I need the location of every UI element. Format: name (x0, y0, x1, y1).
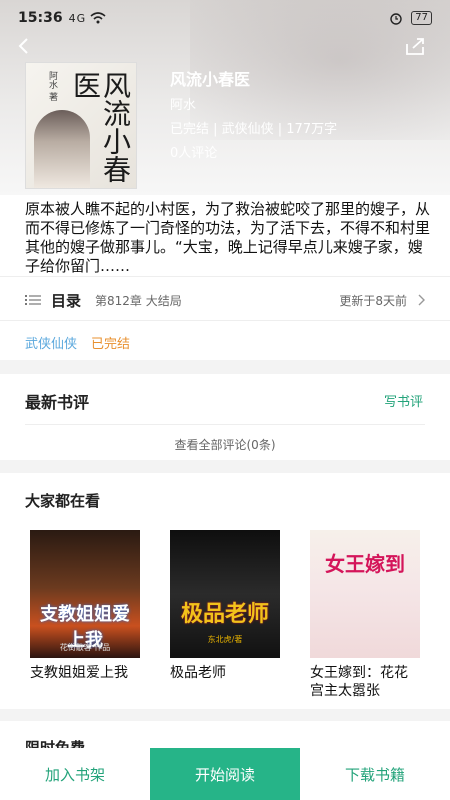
latest-chapter: 第812章 大结局 (95, 293, 182, 308)
cover-figure (34, 110, 90, 188)
update-time: 更新于8天前 (339, 293, 407, 308)
bottom-action-bar: 加入书架 开始阅读 下载书籍 (0, 748, 450, 800)
recommend-book-1[interactable]: 支教姐姐爱上我 花街散客 作品 支教姐姐爱上我 (30, 530, 140, 682)
cover-subtitle: 东北虎/著 (207, 635, 243, 644)
status-bar: 15:36 4G 77 (0, 0, 450, 36)
view-all-reviews-link[interactable]: 查看全部评论(0条) (0, 436, 450, 453)
status-time: 15:36 (18, 10, 63, 26)
tag-list: 武侠仙侠 已完结 (25, 333, 130, 352)
book-description[interactable]: 原本被人瞧不起的小村医，为了救治被蛇咬了那里的嫂子，从而不得已修炼了一门奇怪的功… (25, 200, 435, 276)
cover-title: 风流小春医 (69, 71, 132, 183)
book-author[interactable]: 阿水 (170, 94, 196, 113)
alarm-icon (390, 13, 402, 25)
recommend-book-3[interactable]: 女王嫁到 女王嫁到：花花宫主太嚣张 (310, 530, 420, 700)
battery-icon: 77 (411, 11, 432, 25)
list-icon (25, 295, 41, 305)
download-book-button[interactable]: 下载书籍 (300, 748, 450, 800)
tag-genre[interactable]: 武侠仙侠 (25, 333, 77, 352)
tag-status: 已完结 (91, 337, 131, 352)
divider (0, 276, 450, 277)
signal-icon: 4G (68, 11, 87, 25)
book-cover: 支教姐姐爱上我 花街散客 作品 (30, 530, 140, 658)
add-to-shelf-button[interactable]: 加入书架 (0, 748, 150, 800)
reviews-title: 最新书评 (25, 393, 90, 412)
book-title: 风流小春医 (170, 70, 251, 89)
book-cover: 女王嫁到 (310, 530, 420, 658)
cover-author: 阿水 著 (47, 71, 57, 101)
comment-count: 0人评论 (170, 146, 218, 161)
share-icon[interactable] (404, 36, 426, 56)
back-arrow-icon[interactable] (12, 34, 36, 58)
book-name: 极品老师 (170, 665, 226, 681)
book-name: 女王嫁到：花花宫主太嚣张 (310, 665, 408, 699)
start-reading-button[interactable]: 开始阅读 (150, 748, 300, 800)
divider (25, 424, 425, 425)
book-meta: 已完结 | 武侠仙侠 | 177万字 (170, 122, 338, 137)
cover-title: 极品老师 (180, 602, 269, 627)
recommend-book-2[interactable]: 极品老师 东北虎/著 极品老师 (170, 530, 280, 682)
wifi-icon (90, 12, 106, 24)
book-cover: 阿水 著 风流小春医 (25, 62, 137, 189)
table-of-contents-row[interactable]: 目录 第812章 大结局 更新于8天前 (0, 282, 450, 318)
chevron-right-icon (418, 294, 425, 306)
book-cover: 极品老师 东北虎/著 (170, 530, 280, 658)
cover-subtitle: 花街散客 作品 (59, 643, 111, 652)
cover-title: 女王嫁到 (325, 552, 405, 576)
book-name: 支教姐姐爱上我 (30, 665, 128, 681)
recommend-title: 大家都在看 (25, 492, 101, 510)
divider (0, 320, 450, 321)
write-review-button[interactable]: 写书评 (384, 391, 423, 410)
toc-label: 目录 (51, 291, 82, 310)
